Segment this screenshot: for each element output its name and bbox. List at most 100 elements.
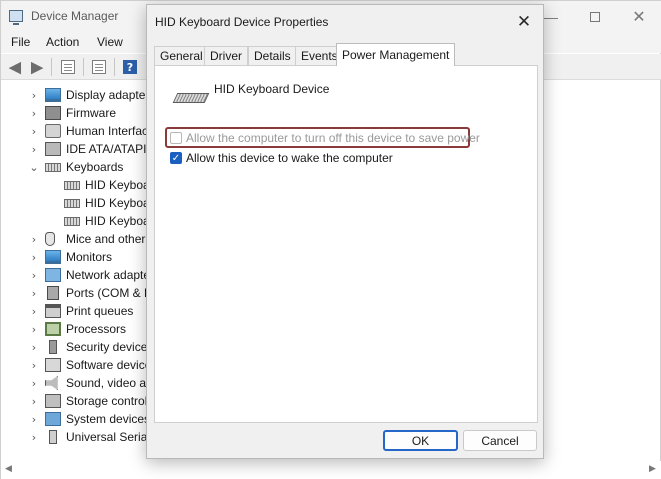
help-icon[interactable]: ?	[121, 58, 139, 76]
back-arrow-icon[interactable]: ◀	[6, 58, 24, 76]
tree-item-label: Processors	[66, 322, 127, 336]
software-icon	[45, 358, 61, 372]
port-icon	[47, 286, 59, 300]
tree-item-display-adapters[interactable]: › Display adapter	[1, 86, 149, 104]
chevron-right-icon[interactable]: ›	[29, 338, 39, 356]
keyboard-icon	[64, 217, 80, 226]
tab-details[interactable]: Details	[248, 46, 297, 65]
usb-icon	[49, 430, 57, 444]
tree-item-label: Mice and other	[66, 232, 146, 246]
chip-icon	[45, 106, 61, 120]
tree-item-label: Display adapter	[66, 88, 150, 102]
tree-item-label: Sound, video ar	[66, 376, 151, 390]
disk-icon	[45, 142, 61, 156]
menu-file[interactable]: File	[11, 35, 30, 49]
chevron-right-icon[interactable]: ›	[29, 140, 39, 158]
chevron-right-icon[interactable]: ›	[29, 356, 39, 374]
chevron-right-icon[interactable]: ›	[29, 104, 39, 122]
tree-item-firmware[interactable]: › Firmware	[1, 104, 149, 122]
tree-item-ide-ata[interactable]: › IDE ATA/ATAPI c	[1, 140, 156, 158]
chevron-right-icon[interactable]: ›	[29, 392, 39, 410]
close-window-button[interactable]: ✕	[619, 5, 659, 29]
tree-item-mice[interactable]: › Mice and other	[1, 230, 149, 248]
network-icon	[45, 268, 61, 282]
chevron-right-icon[interactable]: ›	[29, 374, 39, 392]
tree-item-label: HID Keyboa	[85, 178, 150, 192]
horizontal-scrollbar[interactable]: ◀ ▶	[1, 461, 661, 479]
chevron-right-icon[interactable]: ›	[29, 320, 39, 338]
allow-wake-checkbox[interactable]: ✓ Allow this device to wake the computer	[170, 151, 393, 165]
keyboard-icon	[64, 181, 80, 190]
tree-item-label: HID Keyboa	[85, 196, 150, 210]
chevron-right-icon[interactable]: ›	[29, 248, 39, 266]
chevron-down-icon[interactable]: ⌄	[29, 158, 39, 176]
tree-item-monitors[interactable]: › Monitors	[1, 248, 149, 266]
properties-sheet-icon[interactable]	[59, 58, 77, 76]
toolbar-separator	[51, 58, 52, 76]
maximize-icon	[590, 12, 600, 22]
tree-item-label: System devices	[66, 412, 151, 426]
checkmark-icon[interactable]: ✓	[170, 152, 182, 164]
scroll-right-icon[interactable]: ▶	[649, 464, 656, 474]
tree-item-human-interface[interactable]: › Human Interfac	[1, 122, 149, 140]
tree-item-label: IDE ATA/ATAPI c	[66, 142, 156, 156]
scroll-left-icon[interactable]: ◀	[5, 464, 12, 474]
tree-item-label: Ports (COM & L	[66, 286, 151, 300]
chevron-right-icon[interactable]: ›	[29, 266, 39, 284]
keyboard-icon	[45, 163, 61, 172]
tab-driver[interactable]: Driver	[204, 46, 248, 65]
tab-general[interactable]: General	[154, 46, 209, 65]
tree-item-system-devices[interactable]: › System devices	[1, 410, 151, 428]
close-dialog-button[interactable]: ✕	[512, 11, 536, 33]
tree-item-print-queues[interactable]: › Print queues	[1, 302, 149, 320]
tree-item-network-adapters[interactable]: › Network adapte	[1, 266, 151, 284]
chevron-right-icon[interactable]: ›	[29, 428, 39, 446]
tree-item-ports[interactable]: › Ports (COM & L	[1, 284, 151, 302]
tab-strip: General Driver Details Events Power Mana…	[154, 43, 538, 66]
tree-item-usb-controllers[interactable]: › Universal Serial	[1, 428, 150, 446]
cancel-button[interactable]: Cancel	[463, 430, 537, 451]
tree-item-label: Storage control	[66, 394, 148, 408]
chevron-right-icon[interactable]: ›	[29, 86, 39, 104]
system-icon	[45, 412, 61, 426]
tree-item-hid-keyboard-1[interactable]: HID Keyboa	[1, 176, 150, 194]
hid-icon	[45, 124, 61, 138]
tree-item-hid-keyboard-2[interactable]: HID Keyboa	[1, 194, 150, 212]
power-management-panel: HID Keyboard Device Allow the computer t…	[154, 65, 538, 423]
tree-item-processors[interactable]: › Processors	[1, 320, 149, 338]
checkbox-label: Allow this device to wake the computer	[186, 151, 393, 165]
storage-icon	[45, 394, 61, 408]
tree-item-hid-keyboard-3[interactable]: HID Keyboa	[1, 212, 150, 230]
tree-item-label: HID Keyboa	[85, 214, 150, 228]
keyboard-icon	[172, 93, 210, 103]
checkbox-box[interactable]	[170, 132, 182, 144]
tree-item-label: Monitors	[66, 250, 113, 264]
allow-turn-off-checkbox[interactable]: Allow the computer to turn off this devi…	[170, 131, 480, 145]
chevron-right-icon[interactable]: ›	[29, 230, 39, 248]
menu-view[interactable]: View	[97, 35, 123, 49]
window-title: Device Manager	[31, 9, 119, 23]
forward-arrow-icon[interactable]: ▶	[28, 58, 46, 76]
dialog-title: HID Keyboard Device Properties	[155, 15, 329, 29]
maximize-button[interactable]	[575, 5, 615, 29]
tree-item-label: Keyboards	[66, 160, 124, 174]
tree-item-keyboards[interactable]: ⌄ Keyboards	[1, 158, 149, 176]
tree-item-storage-controllers[interactable]: › Storage control	[1, 392, 149, 410]
update-driver-icon[interactable]	[90, 58, 108, 76]
chevron-right-icon[interactable]: ›	[29, 122, 39, 140]
processor-icon	[45, 322, 61, 336]
mouse-icon	[45, 232, 55, 246]
tree-item-label: Firmware	[66, 106, 116, 120]
tree-item-label: Network adapte	[66, 268, 151, 282]
chevron-right-icon[interactable]: ›	[29, 284, 39, 302]
chevron-right-icon[interactable]: ›	[29, 302, 39, 320]
tree-item-software-devices[interactable]: › Software device	[1, 356, 151, 374]
ok-button[interactable]: OK	[383, 430, 458, 451]
menu-action[interactable]: Action	[46, 35, 79, 49]
tree-item-sound-video[interactable]: › Sound, video ar	[1, 374, 151, 392]
tree-item-label: Security device	[66, 340, 148, 354]
chevron-right-icon[interactable]: ›	[29, 410, 39, 428]
tab-power-management[interactable]: Power Management	[336, 43, 456, 66]
device-manager-app-icon	[9, 10, 23, 25]
tree-item-security-devices[interactable]: › Security device	[1, 338, 149, 356]
